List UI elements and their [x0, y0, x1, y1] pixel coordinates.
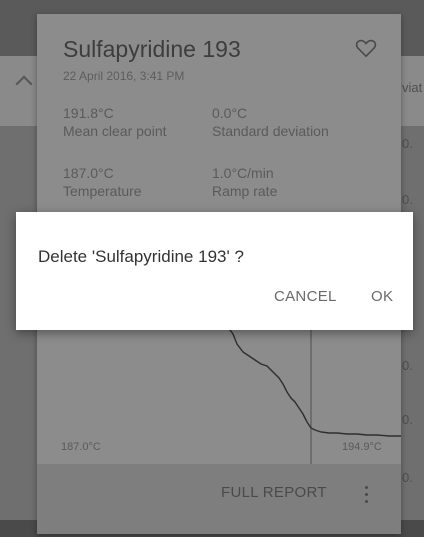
- full-report-button[interactable]: FULL REPORT: [221, 484, 327, 501]
- bg-column-text: 0.: [402, 136, 413, 151]
- bg-column-text: 0.: [402, 412, 413, 427]
- stat-standard-deviation: 0.0°C Standard deviation: [212, 104, 329, 140]
- stat-label: Mean clear point: [63, 123, 167, 139]
- curve-line: [226, 325, 401, 437]
- bg-column-text: 0.: [402, 192, 413, 207]
- card-footer: [37, 464, 401, 534]
- more-vert-icon[interactable]: [365, 486, 369, 506]
- stat-value: 187.0°C: [63, 165, 114, 181]
- x-axis-start-label: 187.0°C: [61, 441, 101, 453]
- stat-value: 191.8°C: [63, 105, 114, 121]
- bg-column-text: 0.: [402, 358, 413, 373]
- stat-label: Temperature: [63, 183, 142, 199]
- x-axis-end-label: 194.9°C: [342, 441, 382, 453]
- card-date: 22 April 2016, 3:41 PM: [63, 69, 185, 83]
- favorite-heart-icon[interactable]: [355, 38, 377, 58]
- stat-temperature: 187.0°C Temperature: [63, 164, 142, 200]
- bg-column-text: viat: [402, 80, 423, 95]
- card-title: Sulfapyridine 193: [63, 36, 241, 62]
- dialog-message: Delete 'Sulfapyridine 193' ?: [38, 247, 244, 266]
- stat-label: Standard deviation: [212, 123, 329, 139]
- stat-value: 0.0°C: [212, 105, 248, 121]
- stat-label: Ramp rate: [212, 183, 278, 199]
- bg-column-text: 0.: [402, 470, 413, 485]
- ok-button[interactable]: OK: [371, 288, 393, 305]
- stat-ramp-rate: 1.0°C/min Ramp rate: [212, 164, 277, 200]
- stat-mean-clear-point: 191.8°C Mean clear point: [63, 104, 167, 140]
- stat-value: 1.0°C/min: [212, 165, 274, 181]
- delete-confirm-dialog: Delete 'Sulfapyridine 193' ? CANCEL OK: [16, 212, 413, 330]
- cancel-button[interactable]: CANCEL: [274, 288, 337, 305]
